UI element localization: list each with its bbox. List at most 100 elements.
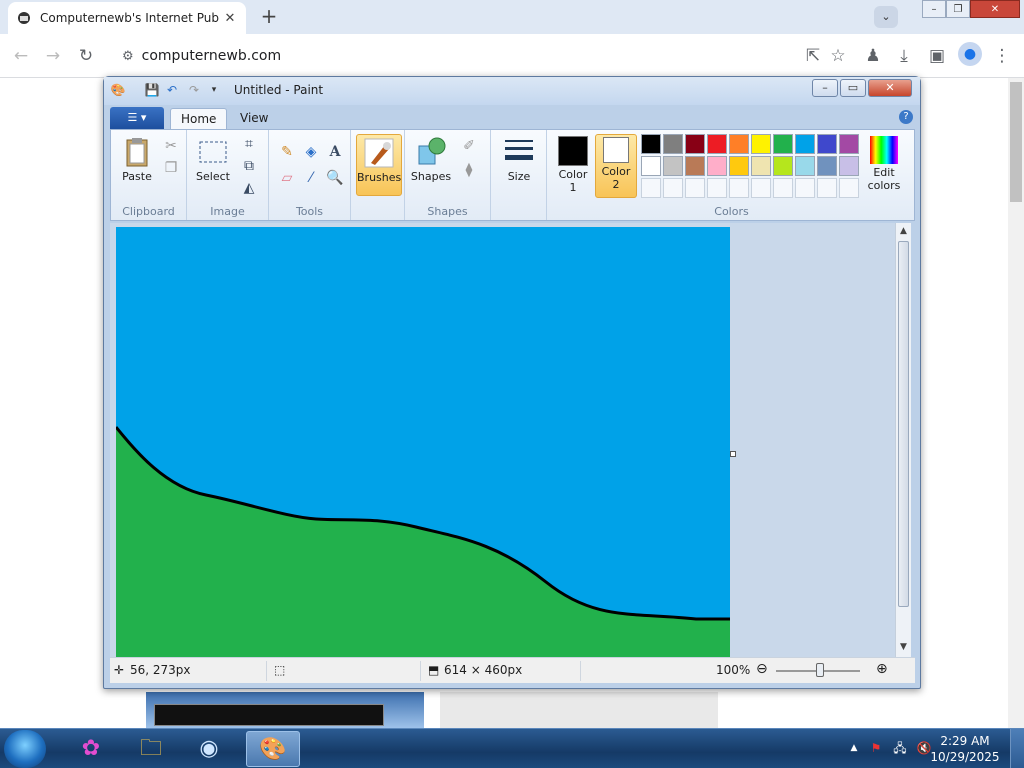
tab-view[interactable]: View <box>230 108 278 129</box>
magnifier-icon[interactable]: 🔍 <box>325 168 345 188</box>
canvas-vertical-scrollbar[interactable]: ▲ ▼ <box>895 223 911 657</box>
palette-swatch[interactable] <box>817 156 837 176</box>
browser-menu-icon[interactable]: ⋮ <box>989 43 1015 69</box>
zoom-slider-knob[interactable] <box>816 663 824 677</box>
palette-swatch[interactable] <box>729 156 749 176</box>
palette-swatch[interactable] <box>751 134 771 154</box>
undo-icon[interactable]: ↶ <box>164 82 180 98</box>
palette-swatch[interactable] <box>641 156 661 176</box>
custom-color-slot[interactable] <box>663 178 683 198</box>
palette-swatch[interactable] <box>795 156 815 176</box>
paint-close-button[interactable]: ✕ <box>868 79 912 97</box>
site-info-icon[interactable]: ⚙ <box>122 49 134 64</box>
custom-color-slot[interactable] <box>729 178 749 198</box>
scroll-down-icon[interactable]: ▼ <box>896 639 911 655</box>
zoom-out-icon[interactable]: ⊖ <box>756 661 768 677</box>
palette-swatch[interactable] <box>773 156 793 176</box>
palette-swatch[interactable] <box>795 134 815 154</box>
extension-icon[interactable]: ♟ <box>860 43 886 69</box>
paint-maximize-button[interactable]: ▭ <box>840 79 866 97</box>
address-bar[interactable]: ⚙ computernewb.com <box>110 40 850 72</box>
palette-swatch[interactable] <box>641 134 661 154</box>
paste-button[interactable]: Paste <box>115 134 159 194</box>
custom-color-slot[interactable] <box>685 178 705 198</box>
paint-minimize-button[interactable]: – <box>812 79 838 97</box>
edit-colors-button[interactable]: Edit colors <box>863 134 905 198</box>
start-button[interactable] <box>4 730 46 768</box>
tab-home[interactable]: Home <box>170 108 228 129</box>
fill-icon[interactable]: ◈ <box>301 142 321 162</box>
quick-access-dropdown-icon[interactable]: ▾ <box>206 82 222 98</box>
reload-icon[interactable]: ↻ <box>73 43 99 69</box>
palette-swatch[interactable] <box>663 134 683 154</box>
download-icon[interactable]: ⤓ <box>891 43 917 69</box>
palette-swatch[interactable] <box>729 134 749 154</box>
custom-color-slot[interactable] <box>641 178 661 198</box>
resize-icon[interactable]: ⧉ <box>239 156 259 176</box>
size-button[interactable]: Size <box>497 134 541 194</box>
forward-icon[interactable]: → <box>40 43 66 69</box>
scroll-thumb[interactable] <box>898 241 909 607</box>
brushes-button[interactable]: Brushes <box>356 134 402 196</box>
browser-tab[interactable]: Computernewb's Internet Pub H ✕ <box>8 2 246 34</box>
scroll-up-icon[interactable]: ▲ <box>896 223 911 239</box>
profile-avatar-icon[interactable]: ● <box>958 42 982 66</box>
palette-swatch[interactable] <box>685 156 705 176</box>
network-icon[interactable]: 🖧 <box>892 740 908 756</box>
maximize-browser-button[interactable]: ❐ <box>946 0 970 18</box>
crop-icon[interactable]: ⌗ <box>239 134 259 154</box>
bookmark-star-icon[interactable]: ☆ <box>825 43 851 69</box>
custom-color-slot[interactable] <box>795 178 815 198</box>
action-center-icon[interactable]: ⚑ <box>868 740 884 756</box>
palette-swatch[interactable] <box>685 134 705 154</box>
system-clock[interactable]: 2:29 AM 10/29/2025 <box>930 733 1000 765</box>
redo-icon[interactable]: ↷ <box>186 82 202 98</box>
color1-button[interactable]: Color 1 <box>551 134 595 198</box>
palette-swatch[interactable] <box>751 156 771 176</box>
palette-swatch[interactable] <box>707 156 727 176</box>
select-button[interactable]: Select <box>191 134 235 194</box>
share-icon[interactable]: ⇱ <box>800 43 826 69</box>
zoom-in-icon[interactable]: ⊕ <box>876 661 888 677</box>
paint-taskbar-icon[interactable]: 🎨 <box>246 731 300 767</box>
copy-icon[interactable]: ❐ <box>161 158 181 178</box>
shapes-button[interactable]: Shapes <box>409 134 453 194</box>
back-icon[interactable]: ← <box>8 43 34 69</box>
palette-swatch[interactable] <box>817 134 837 154</box>
paint-title-bar[interactable]: 🎨 💾 ↶ ↷ ▾ Untitled - Paint – ▭ ✕ <box>104 77 920 105</box>
outline-icon[interactable]: ✐ <box>459 136 479 156</box>
minimize-browser-button[interactable]: – <box>922 0 946 18</box>
palette-swatch[interactable] <box>707 134 727 154</box>
cut-icon[interactable]: ✂ <box>161 136 181 156</box>
palette-swatch[interactable] <box>839 156 859 176</box>
tab-search-icon[interactable]: ⌄ <box>874 6 898 28</box>
close-browser-button[interactable]: ✕ <box>970 0 1020 18</box>
help-icon[interactable]: ? <box>899 110 913 124</box>
save-icon[interactable]: 💾 <box>144 82 160 98</box>
rotate-icon[interactable]: ◭ <box>239 178 259 198</box>
eraser-icon[interactable]: ▱ <box>277 168 297 188</box>
close-tab-icon[interactable]: ✕ <box>222 11 238 26</box>
page-scrollbar[interactable] <box>1008 78 1024 728</box>
pencil-icon[interactable]: ✎ <box>277 142 297 162</box>
canvas-resize-handle[interactable] <box>730 451 736 457</box>
new-tab-button[interactable]: + <box>258 6 280 28</box>
palette-swatch[interactable] <box>663 156 683 176</box>
custom-color-slot[interactable] <box>817 178 837 198</box>
shape-fill-icon[interactable]: ⧫ <box>459 160 479 180</box>
custom-color-slot[interactable] <box>773 178 793 198</box>
taskbar-app-icon[interactable]: ✿ <box>64 731 118 767</box>
text-icon[interactable]: A <box>325 142 345 162</box>
file-explorer-icon[interactable]: 🗀 <box>124 731 178 767</box>
show-desktop-button[interactable] <box>1010 729 1024 768</box>
color-picker-icon[interactable]: ⁄ <box>301 168 321 188</box>
drawing-canvas[interactable] <box>116 227 730 657</box>
browser-taskbar-icon[interactable]: ◉ <box>182 731 236 767</box>
palette-swatch[interactable] <box>773 134 793 154</box>
custom-color-slot[interactable] <box>751 178 771 198</box>
color2-button[interactable]: Color 2 <box>595 134 637 198</box>
palette-swatch[interactable] <box>839 134 859 154</box>
custom-color-slot[interactable] <box>839 178 859 198</box>
tray-expand-icon[interactable]: ▲ <box>846 740 862 756</box>
side-panel-icon[interactable]: ▣ <box>924 43 950 69</box>
